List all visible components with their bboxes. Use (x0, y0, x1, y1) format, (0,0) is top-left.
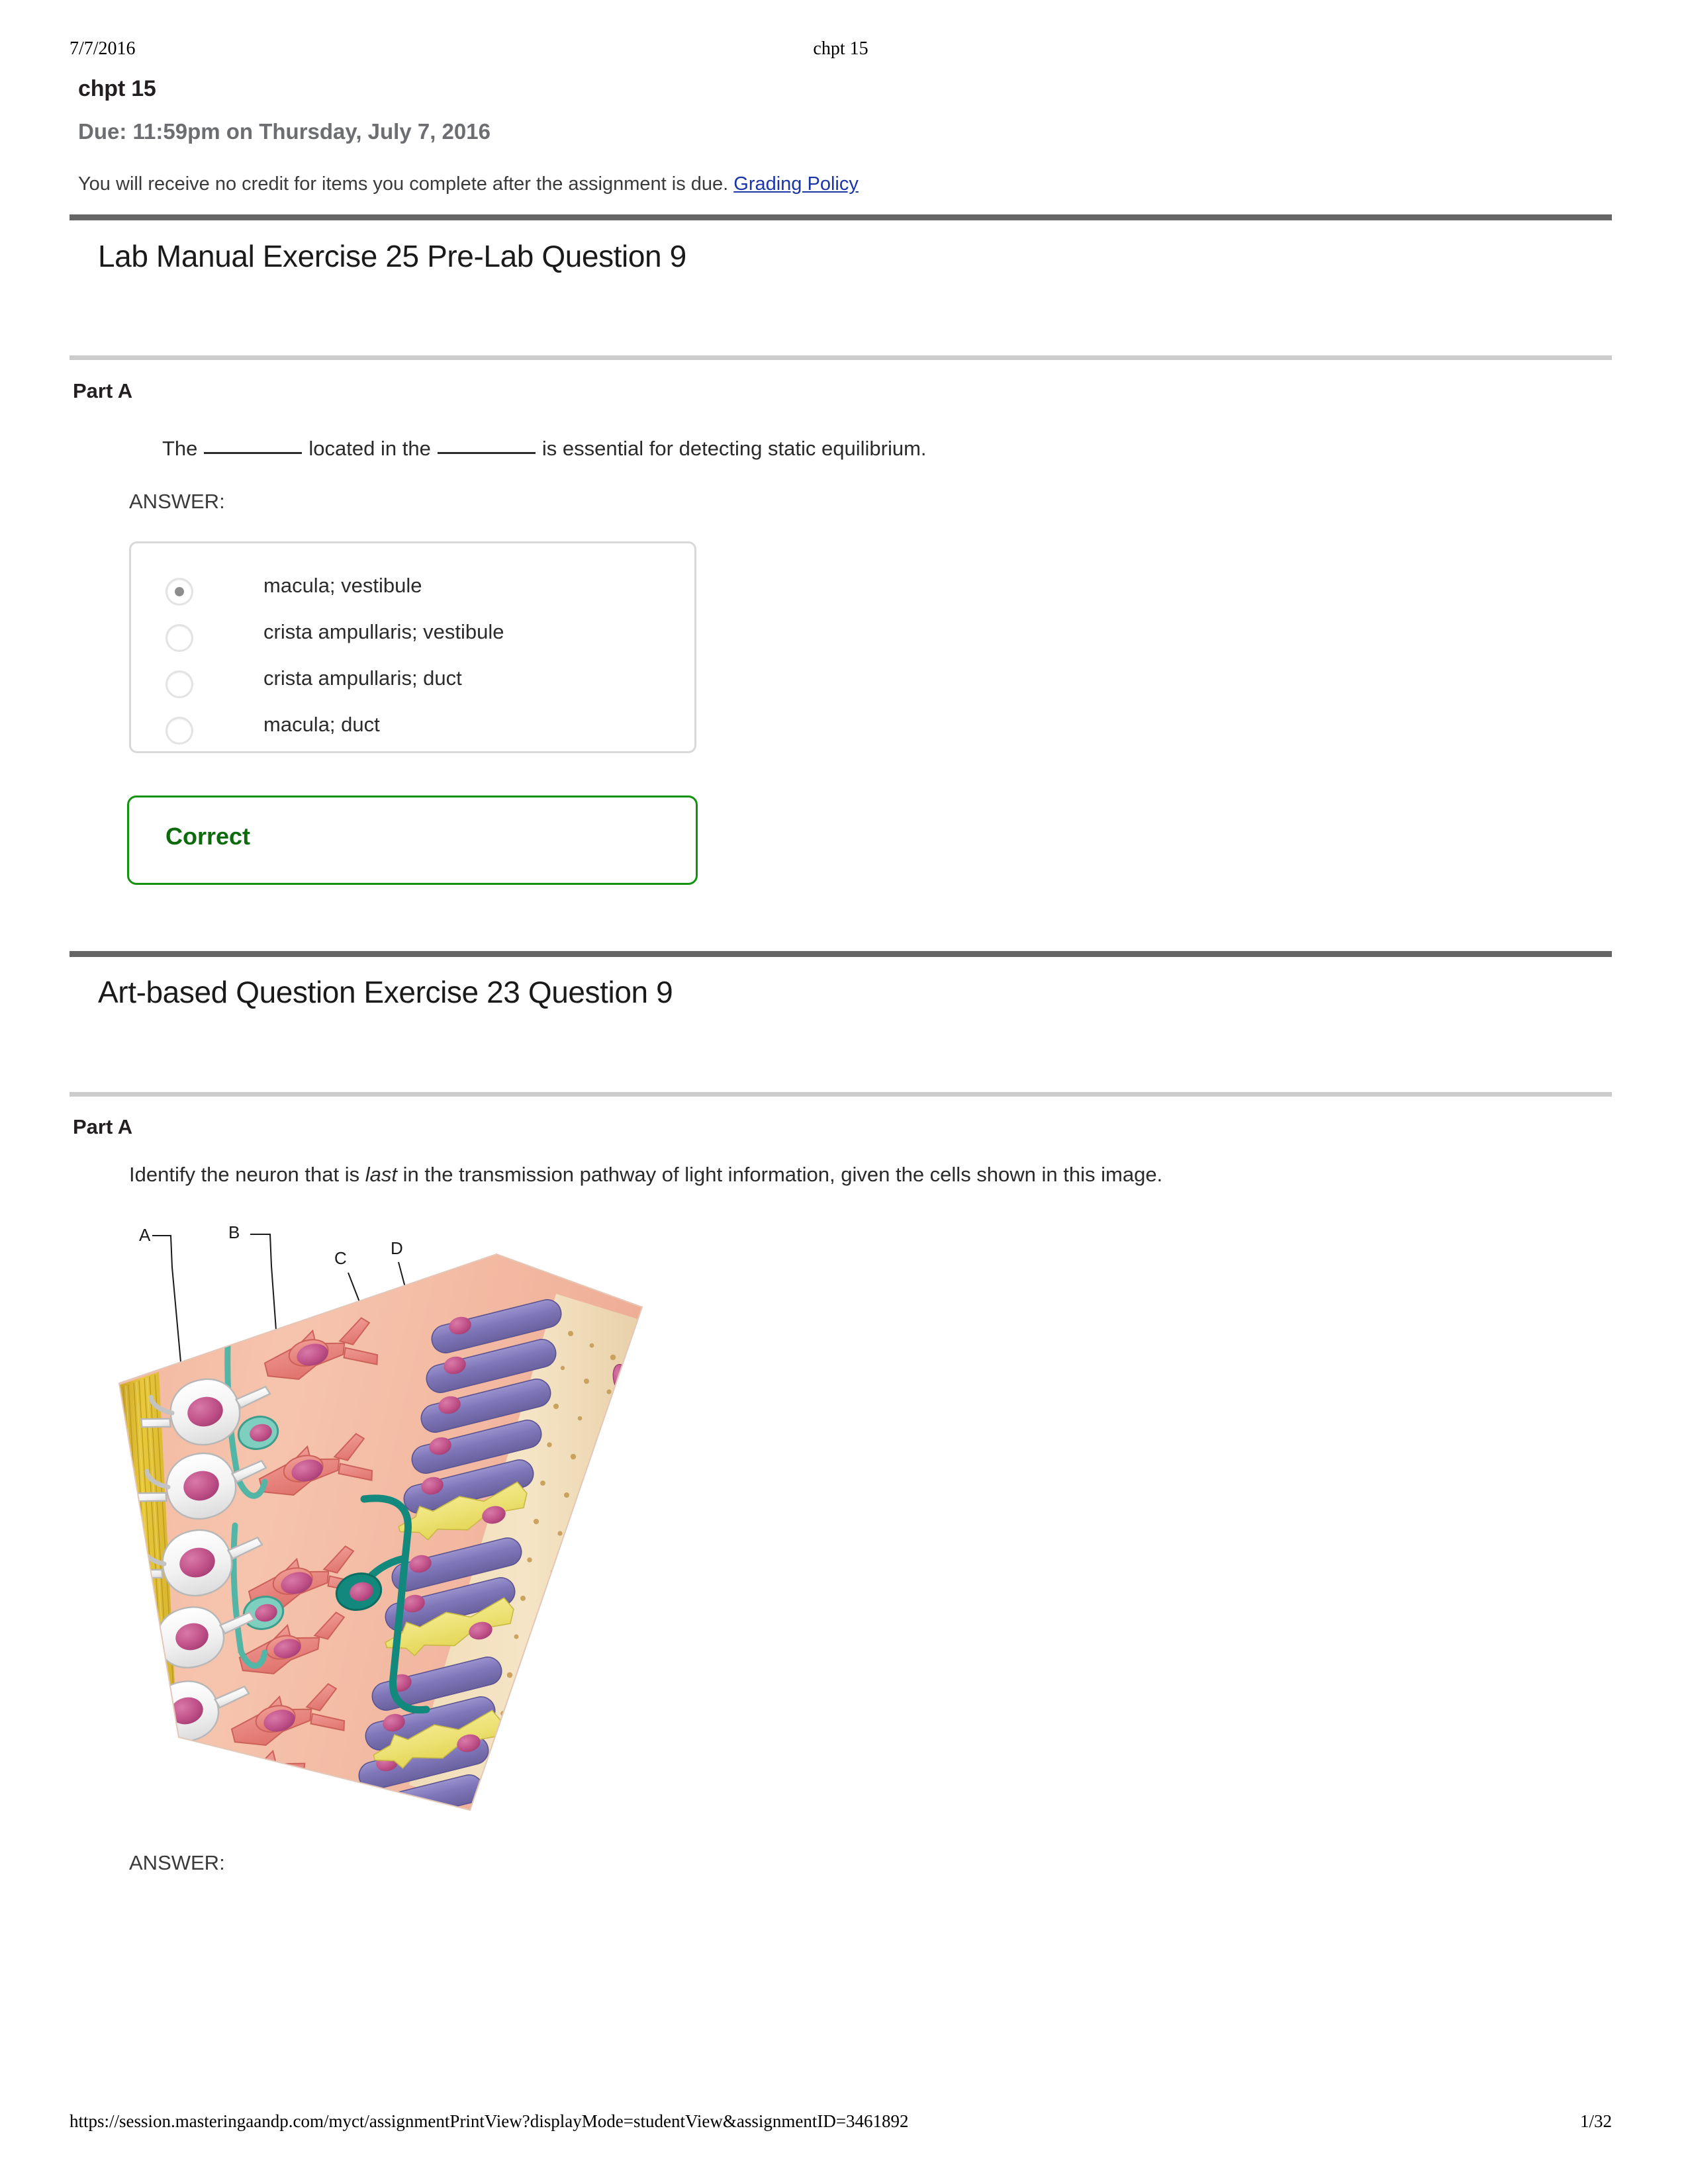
leader-label-a: A (139, 1225, 151, 1245)
print-footer: https://session.masteringaandp.com/myct/… (70, 2111, 1612, 2138)
credit-note-text: You will receive no credit for items you… (78, 173, 729, 195)
feedback-status-text: Correct (165, 823, 251, 850)
leader-label-d: D (391, 1238, 403, 1258)
print-footer-page-number: 1/32 (1579, 2111, 1612, 2131)
answer-label-2: ANSWER: (129, 1851, 225, 1874)
choice-label-4: macula; duct (263, 713, 380, 736)
retina-diagram-figure: A B C D (99, 1214, 662, 1837)
radio-icon-1[interactable] (165, 578, 193, 606)
question-pre-2: Identify the neuron that is (129, 1163, 365, 1186)
retina-slab (119, 1254, 642, 1810)
answer-label-1: ANSWER: (129, 490, 225, 513)
blank-field-2 (437, 452, 536, 454)
section-divider-top-2 (70, 951, 1612, 957)
choice-label-2: crista ampullaris; vestibule (263, 620, 504, 643)
radio-icon-3[interactable] (165, 670, 193, 698)
choice-row-1[interactable]: macula; vestibule (131, 569, 698, 615)
choice-row-4[interactable]: macula; duct (131, 707, 698, 754)
section-divider-sub-2 (70, 1092, 1612, 1097)
feedback-box-correct: Correct (127, 796, 698, 885)
section-title-2: Art-based Question Exercise 23 Question … (98, 975, 673, 1009)
radio-icon-4[interactable] (165, 717, 193, 745)
grading-policy-link[interactable]: Grading Policy (733, 173, 859, 195)
question-prefix-1: The (162, 437, 198, 460)
print-header-title: chpt 15 (813, 38, 868, 59)
assignment-credit-note: You will receive no credit for items you… (78, 173, 859, 195)
print-header: 7/7/2016 chpt 15 (70, 38, 1612, 65)
part-label-1: Part A (73, 379, 133, 402)
choice-label-3: crista ampullaris; duct (263, 666, 462, 690)
question-suffix-1: is essential for detecting static equili… (541, 437, 927, 460)
retina-diagram-svg: A B C D (118, 1222, 643, 1811)
choice-row-3[interactable]: crista ampullaris; duct (131, 661, 698, 707)
part-label-2: Part A (73, 1115, 133, 1138)
question-post-2: in the transmission pathway of light inf… (397, 1163, 1163, 1186)
print-page: 7/7/2016 chpt 15 chpt 15 Due: 11:59pm on… (0, 0, 1688, 2184)
question-middle-1: located in the (308, 437, 431, 460)
section-title-1: Lab Manual Exercise 25 Pre-Lab Question … (98, 239, 686, 273)
question-text-2: Identify the neuron that is last in the … (129, 1163, 1162, 1187)
section-divider-top-1 (70, 214, 1612, 220)
leader-label-b: B (228, 1222, 240, 1242)
leader-label-c: C (334, 1248, 347, 1268)
question-emphasis-2: last (365, 1163, 397, 1186)
assignment-due-date: Due: 11:59pm on Thursday, July 7, 2016 (78, 119, 491, 144)
choice-group-1: macula; vestibule crista ampullaris; ves… (129, 541, 696, 753)
choice-row-2[interactable]: crista ampullaris; vestibule (131, 615, 698, 661)
section-divider-sub-1 (70, 355, 1612, 360)
assignment-title: chpt 15 (78, 76, 156, 101)
radio-icon-2[interactable] (165, 624, 193, 652)
blank-field-1 (204, 452, 303, 454)
print-footer-url: https://session.masteringaandp.com/myct/… (70, 2111, 909, 2131)
question-text-1: The located in the is essential for detect… (162, 437, 927, 461)
choice-label-1: macula; vestibule (263, 574, 422, 597)
